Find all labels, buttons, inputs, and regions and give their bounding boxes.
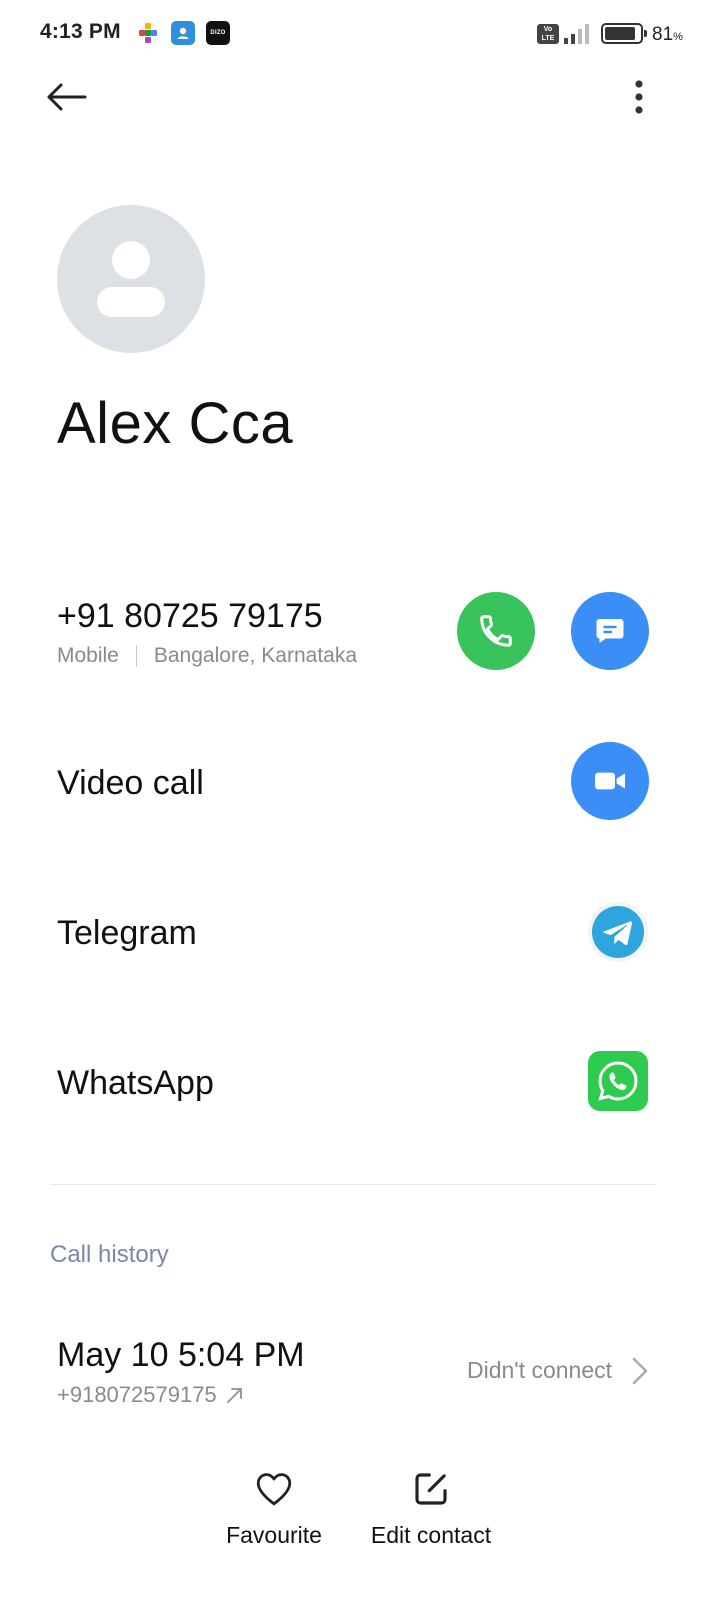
phone-icon	[480, 615, 512, 647]
meta-separator	[135, 645, 137, 667]
back-button[interactable]	[38, 72, 94, 122]
video-camera-icon	[595, 772, 625, 790]
outgoing-arrow-icon	[226, 1388, 242, 1403]
favourite-button[interactable]: Favourite	[214, 1468, 334, 1549]
call-status: Didn't connect	[467, 1357, 613, 1383]
battery-level: 81%	[652, 24, 683, 45]
section-divider	[50, 1184, 656, 1185]
phone-location: Bangalore, Karnataka	[153, 644, 358, 667]
contact-name: Alex Cca	[57, 391, 294, 456]
video-call-button[interactable]	[571, 742, 649, 820]
video-call-label[interactable]: Video call	[57, 764, 204, 803]
edit-contact-button[interactable]: Edit contact	[360, 1468, 502, 1549]
whatsapp-icon[interactable]	[588, 1051, 648, 1111]
heart-icon	[256, 1473, 292, 1506]
message-button[interactable]	[571, 592, 649, 670]
phone-meta: Mobile Bangalore, Karnataka	[57, 644, 357, 668]
volte-icon: Vo LTE	[537, 24, 559, 44]
chevron-right-icon[interactable]	[629, 1356, 651, 1386]
call-history-number: +918072579175	[57, 1382, 217, 1407]
more-vertical-icon	[635, 80, 643, 114]
status-bar: 4:13 PM DIZO Vo LTE 81%	[0, 0, 720, 68]
signal-strength-icon	[563, 23, 593, 50]
call-history-number-row: +918072579175	[57, 1382, 245, 1408]
telegram-icon[interactable]	[588, 902, 648, 962]
puzzle-app-icon	[136, 21, 160, 45]
favourite-label: Favourite	[226, 1522, 322, 1548]
more-options-button[interactable]	[616, 72, 662, 122]
call-history-title: Call history	[50, 1241, 169, 1268]
arrow-left-icon	[47, 83, 87, 111]
status-time: 4:13 PM	[40, 20, 121, 43]
telegram-label[interactable]: Telegram	[57, 914, 197, 953]
dizo-app-icon: DIZO	[206, 21, 230, 45]
phone-number[interactable]: +91 80725 79175	[57, 597, 323, 636]
avatar[interactable]	[57, 205, 205, 353]
person-placeholder-icon	[97, 241, 165, 317]
message-icon	[596, 619, 624, 643]
phone-type: Mobile	[57, 644, 119, 667]
call-button[interactable]	[457, 592, 535, 670]
whatsapp-label[interactable]: WhatsApp	[57, 1064, 214, 1103]
battery-icon	[601, 23, 647, 44]
call-history-date[interactable]: May 10 5:04 PM	[57, 1336, 305, 1375]
edit-contact-label: Edit contact	[370, 1522, 492, 1548]
edit-icon	[415, 1473, 447, 1505]
contacts-app-icon	[171, 21, 195, 45]
